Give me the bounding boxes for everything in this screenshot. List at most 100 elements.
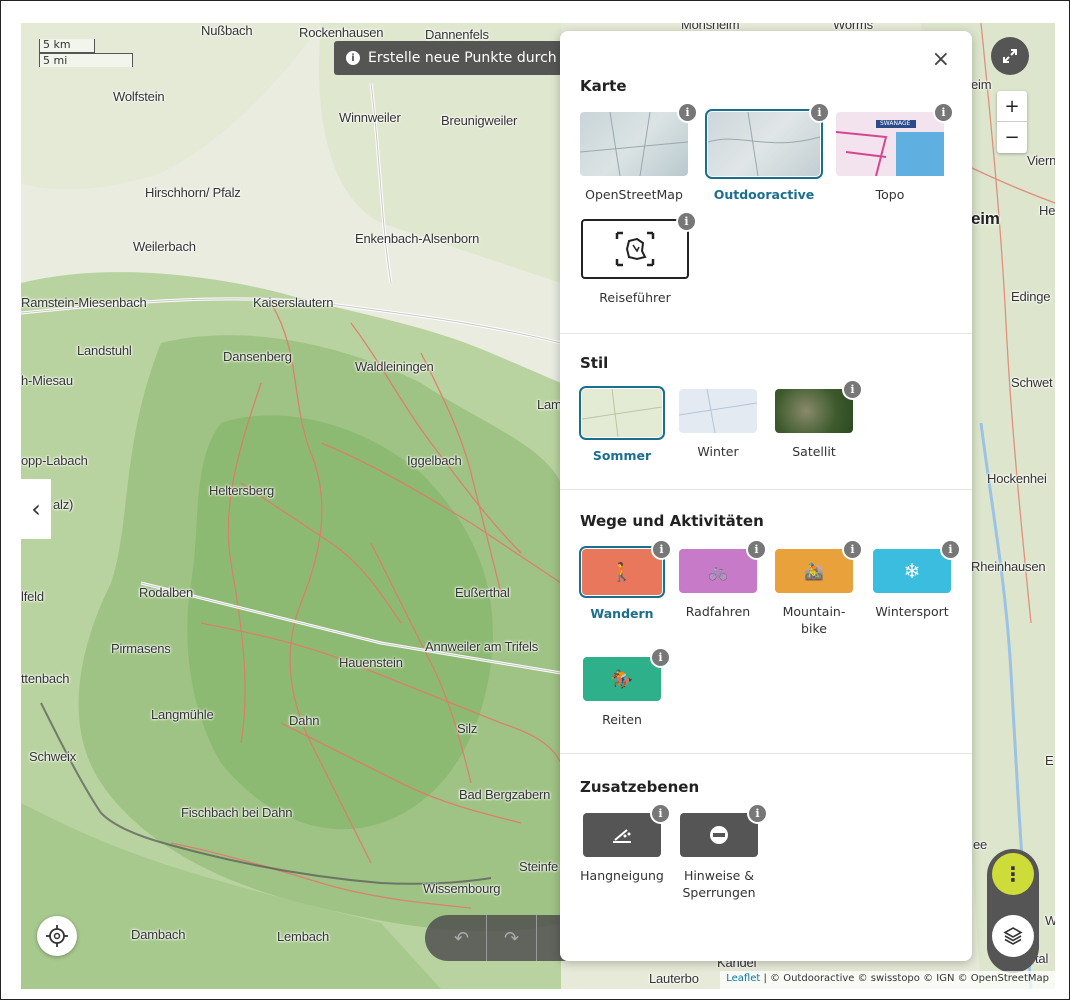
undo-button[interactable]: ↶	[437, 915, 487, 961]
style-sommer[interactable]: Sommer	[579, 386, 665, 464]
map-label: Landstuhl	[77, 343, 132, 358]
tile-label: OpenStreetMap	[585, 187, 683, 202]
leaflet-link[interactable]: Leaflet	[726, 973, 760, 984]
map-label: Heltersberg	[209, 483, 274, 498]
tile-label: Winter	[697, 444, 739, 459]
fullscreen-button[interactable]	[991, 37, 1029, 75]
tile-label: Radfahren	[685, 604, 751, 619]
info-icon[interactable]: i	[842, 379, 863, 400]
more-vertical-icon: ⋮	[1003, 862, 1023, 886]
map-label: Lauterbo	[649, 971, 699, 986]
snowflake-icon: ❄	[903, 559, 921, 583]
info-icon[interactable]: i	[933, 102, 954, 123]
section-title: Karte	[580, 77, 627, 95]
map-label: Hirschhorn/ Pfalz	[145, 185, 241, 200]
style-winter[interactable]: Winter	[676, 389, 760, 460]
layers-button[interactable]	[992, 915, 1034, 957]
redo-button[interactable]: ↷	[487, 915, 537, 961]
crosshair-icon	[46, 925, 68, 947]
map-thumb-lines	[679, 389, 757, 433]
info-icon[interactable]: i	[940, 539, 961, 560]
fab-stack: ⋮	[987, 849, 1039, 973]
no-entry-icon	[710, 826, 728, 844]
map-type-topo[interactable]: SWANAGE i Topo	[832, 102, 954, 203]
radfahren-thumbnail: 🚲 i	[679, 539, 767, 593]
guidebook-icon	[615, 231, 655, 267]
slope-icon	[613, 829, 631, 843]
more-options-button[interactable]: ⋮	[992, 853, 1034, 895]
map-label: Winnweiler	[339, 110, 401, 125]
map-label: Wolfstein	[113, 89, 165, 104]
tile-label: Hangneigung	[580, 868, 664, 883]
tile-label: Wintersport	[875, 604, 949, 619]
collapse-sidebar-button[interactable]: ‹	[21, 479, 51, 539]
tile-label: Hinweise & Sperrungen	[682, 868, 756, 900]
zoom-out-button[interactable]: −	[997, 122, 1027, 153]
hint-text: Erstelle neue Punkte durch	[368, 50, 557, 66]
reisefuehrer-thumbnail: i	[581, 211, 697, 279]
map-layers-panel: × Karte i OpenStreetMap i Outdooractive …	[560, 31, 972, 961]
info-icon: i	[346, 51, 360, 65]
map-scale: 5 km 5 mi	[35, 35, 135, 69]
attribution-text: | © Outdooractive © swisstopo © IGN © Op…	[763, 973, 1050, 984]
map-thumb-lines	[708, 112, 820, 176]
map-label: E	[1045, 753, 1054, 768]
map-label: Steinfe	[519, 859, 559, 874]
map-type-openstreetmap[interactable]: i OpenStreetMap	[574, 102, 698, 203]
hangneigung-thumbnail: i	[583, 803, 671, 857]
reiten-thumbnail: 🏇 i	[583, 647, 671, 701]
mountainbike-thumbnail: 🚵 i	[775, 539, 863, 593]
map-label-big: eim	[971, 209, 1000, 228]
info-icon[interactable]: i	[747, 803, 768, 824]
map-thumb-lines	[580, 112, 688, 176]
chevron-left-icon: ‹	[31, 495, 41, 523]
zoom-in-button[interactable]: +	[997, 91, 1027, 122]
activity-reiten[interactable]: 🏇 i Reiten	[580, 647, 671, 728]
overlay-hangneigung[interactable]: i Hangneigung	[580, 803, 671, 884]
info-icon[interactable]: i	[842, 539, 863, 560]
info-icon[interactable]: i	[809, 102, 830, 123]
map-attribution: Leaflet | © Outdooractive © swisstopo © …	[720, 971, 1055, 989]
info-icon[interactable]: i	[650, 803, 671, 824]
info-icon[interactable]: i	[650, 647, 671, 668]
satellit-thumbnail: i	[775, 379, 863, 433]
mountainbike-icon: 🚵	[804, 561, 824, 581]
style-satellit[interactable]: i Satellit	[772, 379, 863, 460]
info-icon[interactable]: i	[651, 539, 672, 560]
tile-label: Reiten	[602, 712, 642, 727]
section-title: Wege und Aktivitäten	[580, 512, 764, 530]
hinweise-thumbnail: i	[680, 803, 768, 857]
wandern-thumbnail: 🚶 i	[579, 539, 672, 598]
map-label: Nußbach	[201, 23, 253, 38]
map-label: Kaiserslautern	[253, 295, 334, 310]
map-label: ee	[973, 837, 988, 852]
map-type-outdooractive[interactable]: i Outdooractive	[705, 102, 830, 203]
info-icon[interactable]: i	[676, 211, 697, 232]
map-label: Silz	[457, 721, 478, 736]
map-type-reisefuehrer[interactable]: i Reiseführer	[580, 211, 697, 306]
info-icon[interactable]: i	[677, 102, 698, 123]
overlay-hinweise-sperrungen[interactable]: i Hinweise & Sperrungen	[674, 803, 768, 901]
map-label: Schwet	[1011, 375, 1053, 390]
activity-mountainbike[interactable]: 🚵 i Mountain- bike	[772, 539, 863, 637]
section-stil: Stil Sommer Winter i Satellit	[560, 334, 972, 490]
activity-wandern[interactable]: 🚶 i Wandern	[579, 539, 672, 622]
wintersport-thumbnail: ❄ i	[873, 539, 961, 593]
openstreetmap-thumbnail: i	[580, 102, 698, 176]
map-label: Schweix	[29, 749, 77, 764]
tile-label: Sommer	[592, 448, 652, 463]
map-label: opp-Labach	[21, 453, 88, 468]
section-wege-aktivitaeten: Wege und Aktivitäten 🚶 i Wandern 🚲 i Rad…	[560, 490, 972, 754]
activity-wintersport[interactable]: ❄ i Wintersport	[864, 539, 961, 620]
locate-me-button[interactable]	[37, 916, 77, 956]
tile-label: Wandern	[590, 606, 654, 621]
activity-radfahren[interactable]: 🚲 i Radfahren	[676, 539, 767, 620]
tile-label: Satellit	[792, 444, 836, 459]
map-label: Ramstein-Miesenbach	[21, 295, 147, 310]
map-label: Hauenstein	[339, 655, 403, 670]
map-label: lfeld	[21, 589, 44, 604]
map-label: Wissembourg	[423, 881, 501, 896]
info-icon[interactable]: i	[746, 539, 767, 560]
map-label: Dannenfels	[425, 27, 489, 42]
tile-label: Outdooractive	[713, 187, 815, 202]
